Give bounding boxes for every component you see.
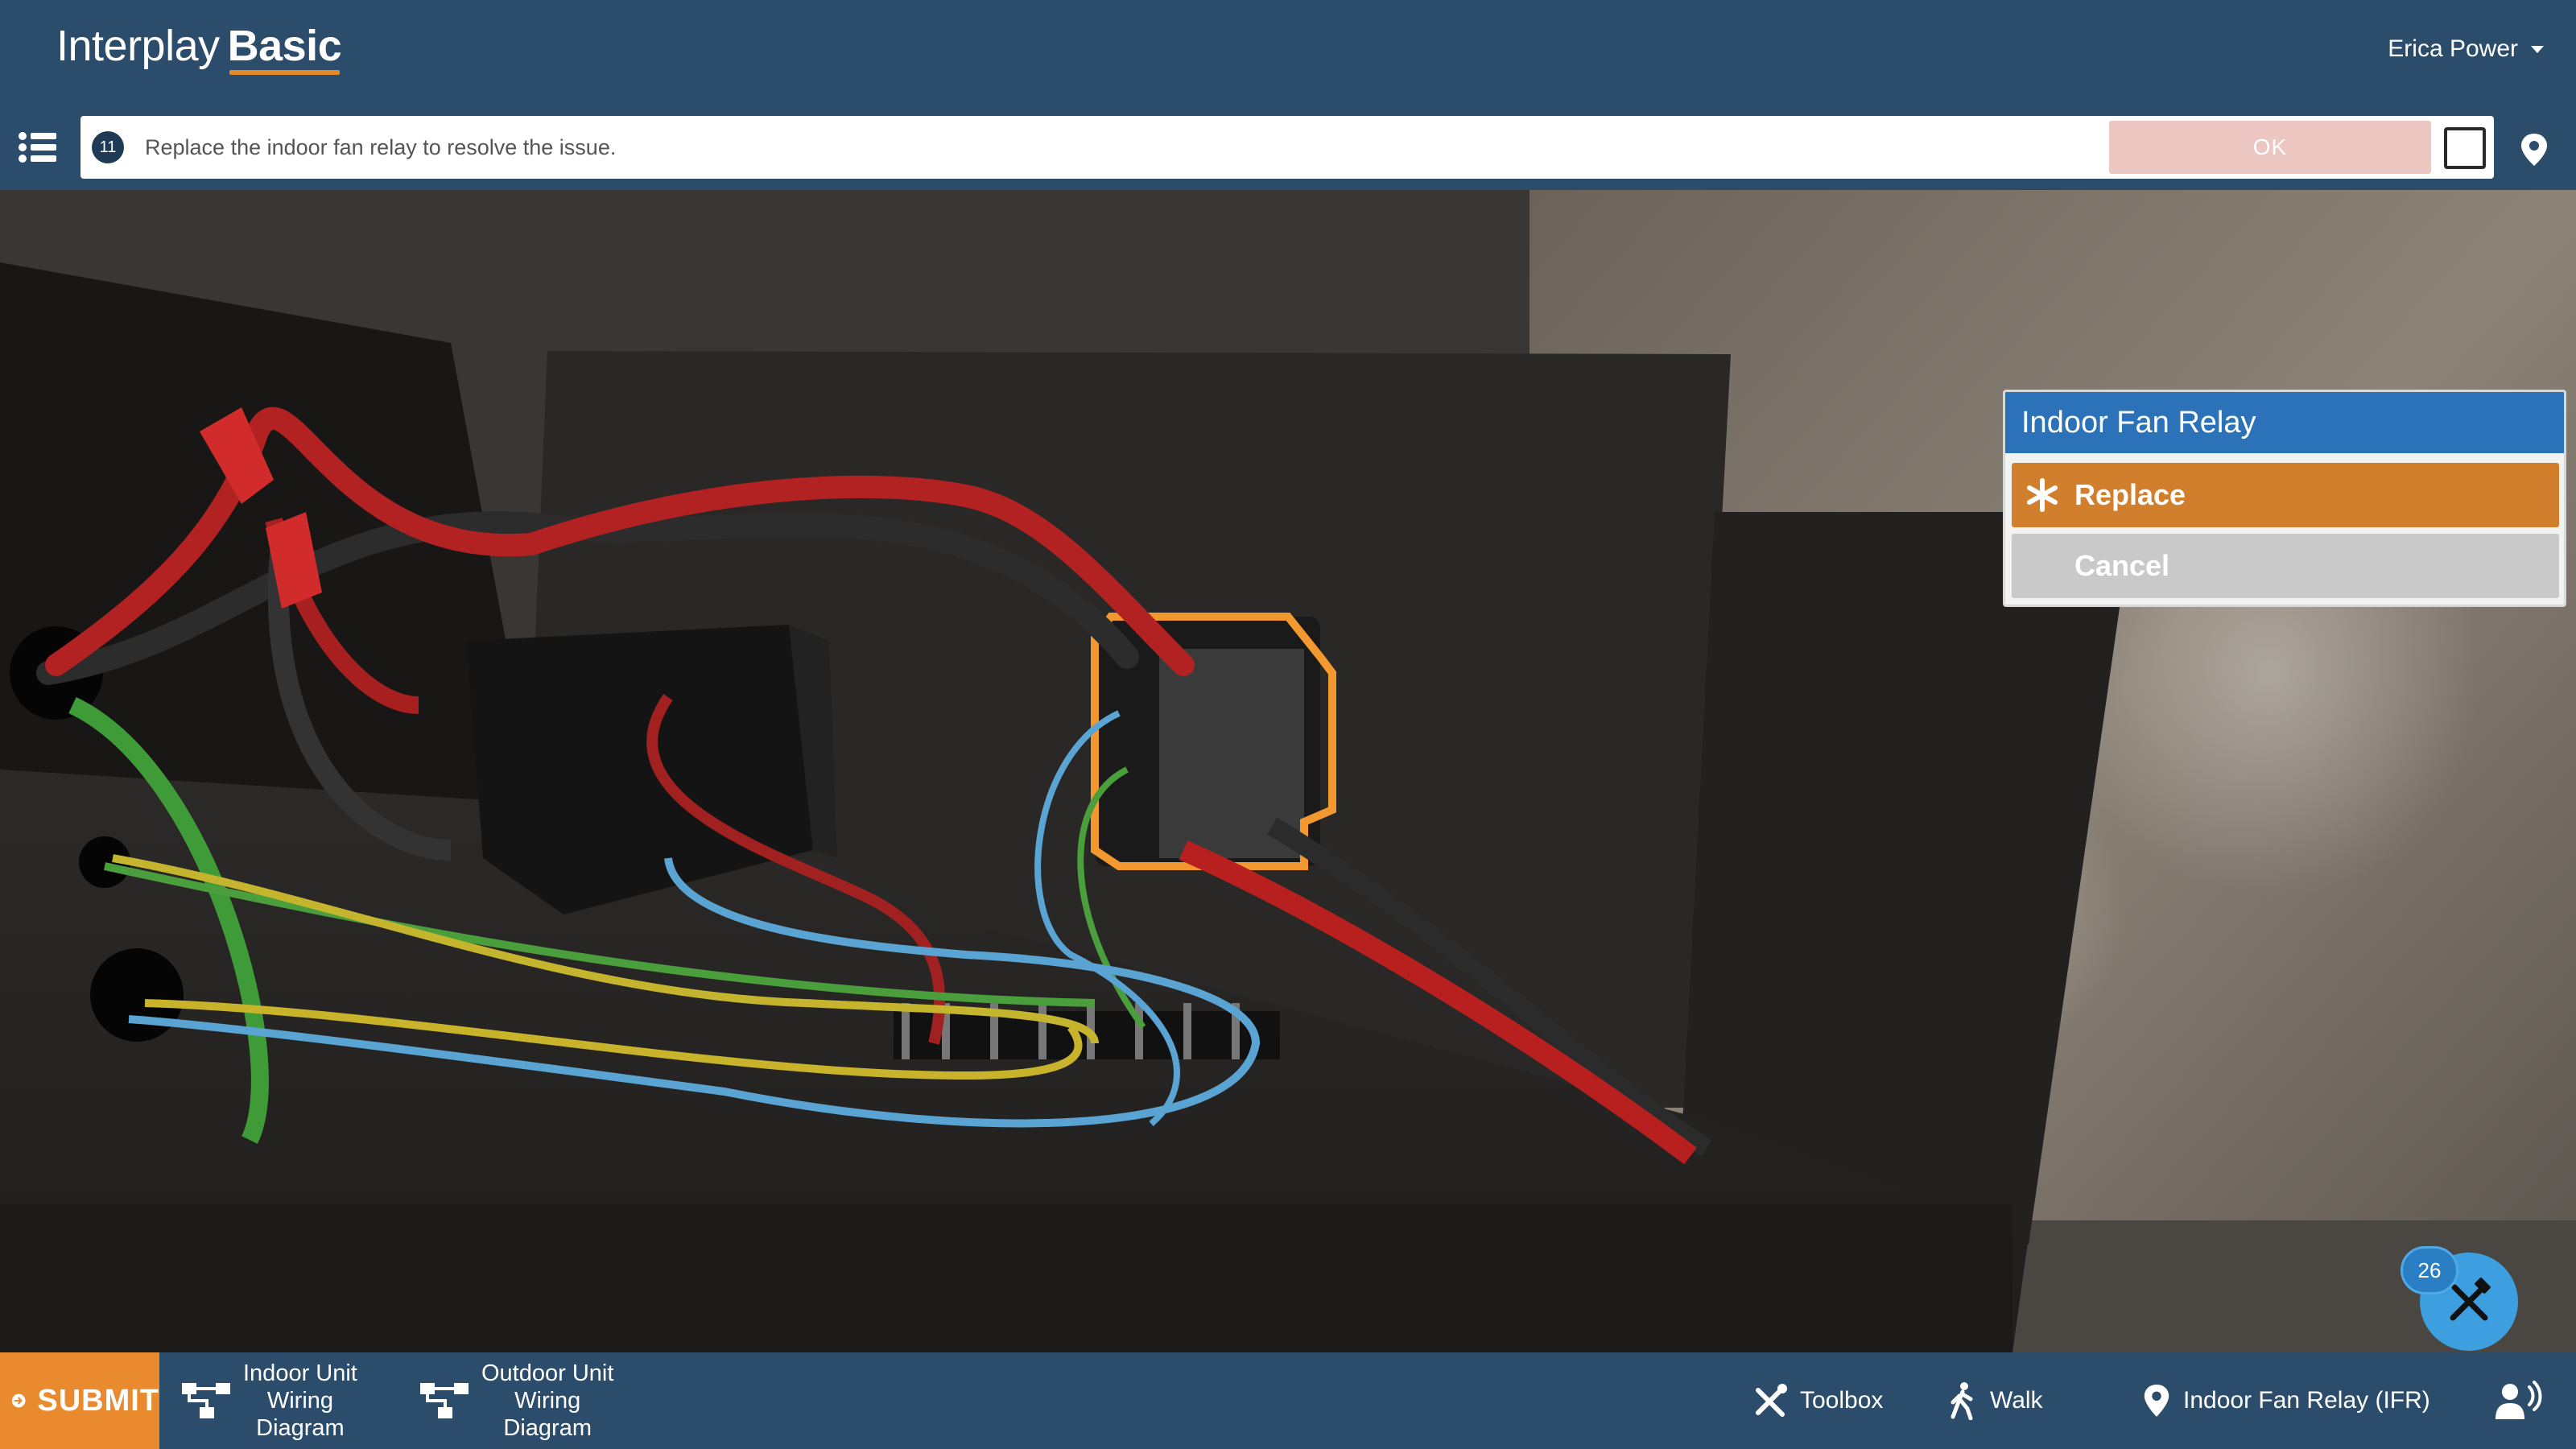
- voice-icon: [2496, 1381, 2542, 1419]
- brand-name-light: Interplay: [56, 22, 220, 70]
- voice-button[interactable]: [2492, 1377, 2544, 1425]
- replace-label: Replace: [2074, 478, 2186, 511]
- indoor-wiring-diagram-button[interactable]: Indoor Unit Wiring Diagram: [180, 1359, 357, 1443]
- submit-label: SUBMIT: [37, 1383, 159, 1418]
- toolbox-icon: [1756, 1384, 1787, 1417]
- current-location-button[interactable]: Indoor Fan Relay (IFR): [2141, 1377, 2430, 1425]
- brand-name-bold: Basic: [227, 22, 342, 70]
- walk-label: Walk: [1990, 1387, 2043, 1414]
- equipment-3d-view[interactable]: Indoor Fan Relay Replace Cancel: [0, 190, 2576, 1352]
- submit-button[interactable]: SUBMIT: [0, 1352, 159, 1449]
- outdoor-diagram-line-3: Diagram: [503, 1415, 592, 1441]
- app-header: Interplay Basic Erica Power: [0, 0, 2576, 105]
- tool-count-badge: 26: [2401, 1246, 2458, 1294]
- instruction-bar: 11 Replace the indoor fan relay to resol…: [0, 105, 2576, 190]
- app-logo: Interplay Basic: [56, 21, 342, 71]
- user-name: Erica Power: [2388, 35, 2518, 62]
- bottom-toolbar: SUBMIT Indoor Unit Wiring Diagram Outdoo…: [0, 1352, 2576, 1449]
- location-label: Indoor Fan Relay (IFR): [2183, 1387, 2430, 1414]
- wiring-diagram-icon: [182, 1383, 230, 1418]
- indoor-diagram-line-2: Wiring: [266, 1388, 334, 1414]
- indoor-diagram-line-1: Indoor Unit: [243, 1360, 357, 1386]
- submit-arrow-icon: [11, 1393, 26, 1408]
- asterisk-icon: [2027, 478, 2058, 512]
- popup-title: Indoor Fan Relay: [2005, 392, 2564, 453]
- location-button[interactable]: [2518, 132, 2550, 167]
- location-pin-icon: [2144, 1385, 2169, 1417]
- toolbox-button[interactable]: Toolbox: [1752, 1377, 1883, 1425]
- instruction-text: Replace the indoor fan relay to resolve …: [145, 135, 617, 159]
- cancel-button[interactable]: Cancel: [2012, 534, 2559, 598]
- step-number-badge: 11: [92, 131, 124, 163]
- outdoor-diagram-line-1: Outdoor Unit: [481, 1360, 614, 1386]
- instruction-panel: 11 Replace the indoor fan relay to resol…: [80, 116, 2494, 179]
- user-menu[interactable]: Erica Power: [2388, 35, 2544, 63]
- list-icon: [19, 132, 56, 163]
- indoor-diagram-line-3: Diagram: [256, 1415, 345, 1441]
- toolbox-label: Toolbox: [1800, 1387, 1884, 1414]
- location-pin-icon: [2521, 134, 2547, 166]
- wiring-diagram-icon: [420, 1383, 469, 1418]
- chevron-down-icon: [2531, 45, 2544, 53]
- outdoor-wiring-diagram-button[interactable]: Outdoor Unit Wiring Diagram: [419, 1359, 613, 1443]
- ok-button[interactable]: OK: [2109, 121, 2431, 174]
- component-action-popup: Indoor Fan Relay Replace Cancel: [2003, 390, 2566, 607]
- step-complete-checkbox[interactable]: [2444, 127, 2486, 169]
- walk-icon: [1951, 1382, 1973, 1420]
- scene-illustration: [0, 190, 2576, 1352]
- task-list-button[interactable]: [18, 129, 58, 166]
- cancel-label: Cancel: [2074, 549, 2170, 582]
- replace-button[interactable]: Replace: [2012, 463, 2559, 527]
- walk-button[interactable]: Walk: [1946, 1377, 2043, 1425]
- outdoor-diagram-line-2: Wiring: [514, 1388, 581, 1414]
